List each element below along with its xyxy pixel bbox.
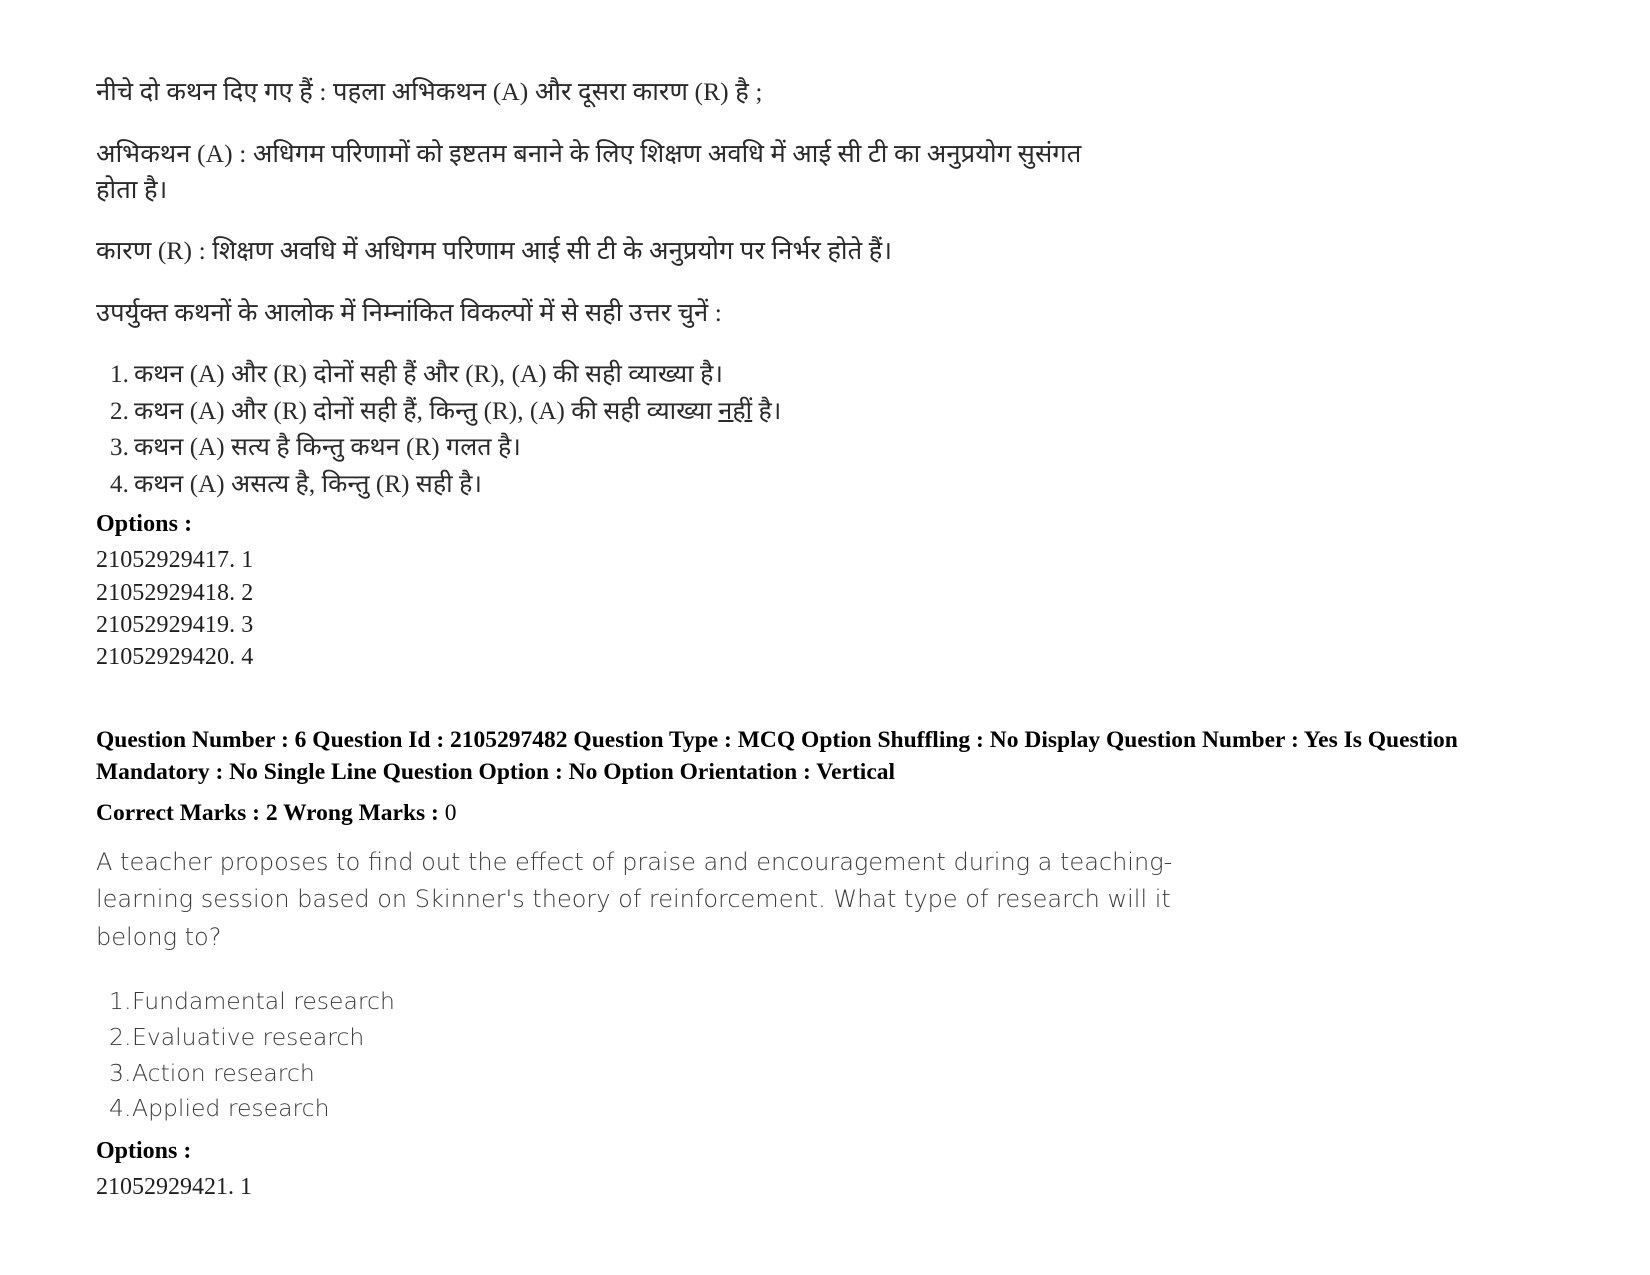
english-options-label: Options : xyxy=(96,1138,192,1165)
english-choice-number: 4. xyxy=(109,1094,132,1123)
hindi-instruction-paragraph: उपर्युक्त कथनों के आलोक में निम्नांकित व… xyxy=(96,297,722,327)
question-metadata: Question Number : 6 Question Id : 210529… xyxy=(96,725,1496,789)
english-choice-number: 2. xyxy=(109,1022,132,1051)
hindi-choice-number: 1. xyxy=(110,361,129,389)
hindi-choice-list: 1. कथन (A) और (R) दोनों सही हैं और (R), (… xyxy=(96,357,1516,502)
english-question-text: A teacher proposes to find out the effec… xyxy=(96,844,1173,956)
english-question-block: Question Number : 6 Question Id : 210529… xyxy=(96,725,1516,1204)
english-choice-list: 1.Fundamental research 2.Evaluative rese… xyxy=(96,984,1516,1127)
english-option-id: 21052929421. 1 xyxy=(96,1174,252,1201)
hindi-choice-number: 4. xyxy=(110,470,129,498)
english-choice-text: Evaluative research xyxy=(132,1022,365,1051)
question-metadata-line-2: Mandatory : No Single Line Question Opti… xyxy=(96,758,896,785)
hindi-assertion-paragraph: अभिकथन (A) : अधिगम परिणामों को इष्टतम बन… xyxy=(96,136,1516,208)
hindi-choice-number: 2. xyxy=(110,397,129,425)
english-question-line-1: A teacher proposes to find out the effec… xyxy=(96,847,1173,876)
english-choice-text: Applied research xyxy=(132,1094,330,1123)
hindi-assertion-line-2: होता है। xyxy=(96,175,168,205)
english-choice-text: Action research xyxy=(132,1058,315,1087)
english-question-line-3: belong to? xyxy=(96,922,222,951)
hindi-choice-number: 3. xyxy=(110,434,129,462)
english-choice-number: 3. xyxy=(109,1058,132,1087)
english-choice-item[interactable]: 3.Action research xyxy=(96,1056,1516,1092)
hindi-options-label: Options : xyxy=(96,511,193,538)
hindi-reason-paragraph: कारण (R) : शिक्षण अवधि में अधिगम परिणाम … xyxy=(96,235,893,265)
hindi-option-id-list: 21052929417. 1 21052929418. 2 2105292941… xyxy=(96,544,1516,673)
hindi-intro-paragraph: नीचे दो कथन दिए गए हैं : पहला अभिकथन (A)… xyxy=(96,77,763,106)
english-choice-text: Fundamental research xyxy=(132,987,395,1016)
hindi-question-block: नीचे दो कथन दिए गए हैं : पहला अभिकथन (A)… xyxy=(96,74,1516,673)
hindi-choice-item[interactable]: 3. कथन (A) सत्य है किन्तु कथन (R) गलत है। xyxy=(96,430,1516,466)
hindi-option-id: 21052929419. 3 xyxy=(96,611,254,638)
hindi-choice-item[interactable]: 2. कथन (A) और (R) दोनों सही हैं, किन्तु (… xyxy=(96,394,1516,430)
marks-label: Correct Marks : 2 Wrong Marks : xyxy=(96,799,445,826)
document-content: नीचे दो कथन दिए गए हैं : पहला अभिकथन (A)… xyxy=(96,74,1516,1204)
english-choice-item[interactable]: 4.Applied research xyxy=(96,1091,1516,1127)
english-choice-item[interactable]: 1.Fundamental research xyxy=(96,984,1516,1020)
hindi-option-id: 21052929420. 4 xyxy=(96,643,254,670)
hindi-assertion-line-1: अभिकथन (A) : अधिगम परिणामों को इष्टतम बन… xyxy=(96,139,1082,169)
document-page: नीचे दो कथन दिए गए हैं : पहला अभिकथन (A)… xyxy=(0,0,1650,1275)
hindi-choice-text: कथन (A) और (R) दोनों सही हैं, किन्तु (R)… xyxy=(134,397,719,425)
hindi-choice-item[interactable]: 1. कथन (A) और (R) दोनों सही हैं और (R), (… xyxy=(96,357,1516,393)
english-choice-item[interactable]: 2.Evaluative research xyxy=(96,1020,1516,1056)
question-marks: Correct Marks : 2 Wrong Marks : 0 xyxy=(96,798,1516,830)
wrong-marks-value: 0 xyxy=(444,799,457,826)
english-option-id-list: 21052929421. 1 xyxy=(96,1171,1516,1203)
english-question-line-2: learning session based on Skinner's theo… xyxy=(96,885,1171,914)
hindi-choice-item[interactable]: 4. कथन (A) असत्य है, किन्तु (R) सही है। xyxy=(96,467,1516,503)
hindi-option-id: 21052929417. 1 xyxy=(96,547,254,574)
hindi-choice-text: कथन (A) सत्य है किन्तु कथन (R) गलत है। xyxy=(134,434,521,462)
english-choice-number: 1. xyxy=(109,987,132,1016)
hindi-choice-text-tail: है। xyxy=(752,397,782,425)
hindi-option-id: 21052929418. 2 xyxy=(96,579,254,606)
hindi-choice-text: कथन (A) असत्य है, किन्तु (R) सही है। xyxy=(134,470,483,498)
question-metadata-line-1: Question Number : 6 Question Id : 210529… xyxy=(96,727,1458,754)
hindi-choice-text: कथन (A) और (R) दोनों सही हैं और (R), (A)… xyxy=(134,361,724,389)
hindi-choice-emphasis: नहीं xyxy=(718,397,753,425)
